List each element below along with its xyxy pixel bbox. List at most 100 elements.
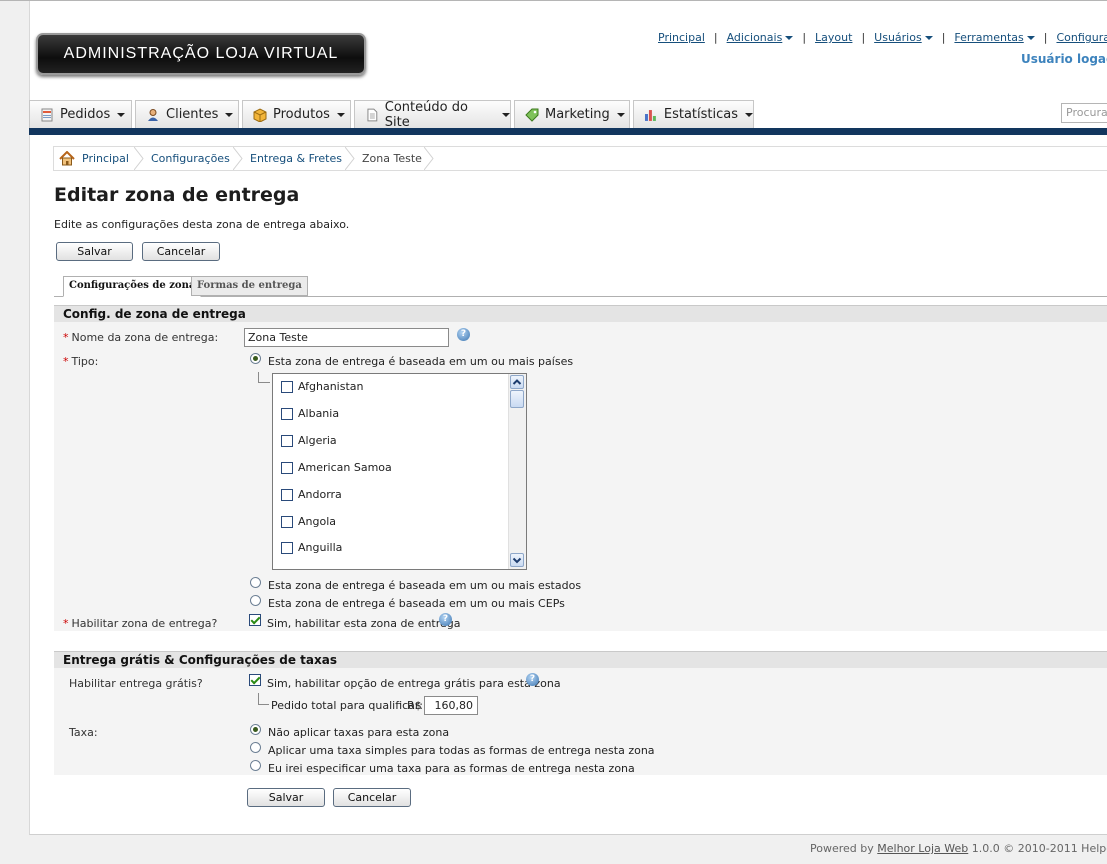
tab-zone-settings[interactable]: Configurações de zona <box>63 276 202 297</box>
type-countries-radio[interactable] <box>250 353 261 364</box>
tax-per-method-radio[interactable] <box>250 760 261 771</box>
help-icon[interactable]: ? <box>526 673 539 686</box>
footer: Powered by Melhor Loja Web 1.0.0 © 2010-… <box>810 842 1107 855</box>
min-order-input[interactable]: 160,80 <box>424 696 478 715</box>
country-item[interactable]: Albania <box>281 407 339 427</box>
nav-estatisticas-label: Estatísticas <box>663 107 738 122</box>
tax-none-radio[interactable] <box>250 724 261 735</box>
dropdown-caret-icon <box>616 112 625 117</box>
breadcrumb-separator-icon <box>134 147 144 170</box>
country-item[interactable]: Algeria <box>281 434 337 454</box>
list-scrollbar[interactable] <box>508 374 526 569</box>
breadcrumb-current: Zona Teste <box>362 152 422 165</box>
top-link-configuracoes[interactable]: Configurações <box>1056 31 1107 44</box>
country-name: Albania <box>298 407 340 420</box>
country-checkbox[interactable] <box>281 542 293 554</box>
nav-bar-strip <box>29 128 1107 135</box>
scroll-down-button[interactable] <box>510 553 524 567</box>
country-checkbox[interactable] <box>281 381 293 393</box>
top-link-adicionais-label: Adicionais <box>726 31 783 44</box>
nav-produtos[interactable]: Produtos <box>242 100 351 128</box>
zone-name-input[interactable]: Zona Teste <box>244 328 449 347</box>
nav-pedidos[interactable]: Pedidos <box>29 100 132 128</box>
scroll-thumb[interactable] <box>510 390 524 408</box>
type-countries-label: Esta zona de entrega é baseada em um ou … <box>268 355 574 368</box>
country-item[interactable]: Angola <box>281 515 336 535</box>
dropdown-caret-icon <box>502 112 510 117</box>
tab-bar: Configurações de zona Formas de entrega <box>54 276 1107 297</box>
footer-brand-link[interactable]: Melhor Loja Web <box>877 842 968 855</box>
dropdown-caret-icon <box>924 36 933 40</box>
country-name: Anguilla <box>298 541 343 554</box>
help-icon[interactable]: ? <box>457 328 470 341</box>
dropdown-caret-icon <box>336 112 345 117</box>
orders-icon <box>41 108 53 121</box>
cancel-button[interactable]: Cancelar <box>142 242 220 261</box>
breadcrumb-configuracoes[interactable]: Configurações <box>151 147 230 170</box>
statistics-chart-icon <box>644 109 656 121</box>
nav-marketing[interactable]: Marketing <box>514 100 630 128</box>
required-asterisk: * <box>63 331 69 344</box>
country-item[interactable]: Afghanistan <box>281 380 363 400</box>
zone-name-label: * Nome da zona de entrega: <box>63 331 218 344</box>
products-box-icon <box>253 107 267 122</box>
tab-shipping-methods[interactable]: Formas de entrega <box>191 276 308 296</box>
help-icon[interactable]: ? <box>439 613 452 626</box>
country-checkbox[interactable] <box>281 408 293 420</box>
nav-conteudo-site-label: Conteúdo do Site <box>384 99 468 130</box>
country-item[interactable]: Anguilla <box>281 541 342 561</box>
cancel-button-bottom[interactable]: Cancelar <box>333 788 411 807</box>
save-button[interactable]: Salvar <box>56 242 133 261</box>
enable-zone-label: * Habilitar zona de entrega? <box>63 617 217 630</box>
top-link-ferramentas-label: Ferramentas <box>954 31 1024 44</box>
customers-icon <box>148 108 158 121</box>
breadcrumb-separator-icon <box>233 147 243 170</box>
top-link-layout[interactable]: Layout <box>815 31 852 44</box>
tax-flat-label: Aplicar uma taxa simples para todas as f… <box>268 744 655 757</box>
type-ceps-radio[interactable] <box>250 595 261 606</box>
breadcrumb: Principal Configurações Entrega & Fretes… <box>53 146 1107 171</box>
country-item[interactable]: Andorra <box>281 488 342 508</box>
free-shipping-text: Sim, habilitar opção de entrega grátis p… <box>267 677 561 690</box>
top-link-usuarios[interactable]: Usuários <box>874 31 933 44</box>
dropdown-caret-icon <box>785 36 794 40</box>
admin-logo[interactable]: ADMINISTRAÇÃO LOJA VIRTUAL <box>36 33 366 75</box>
type-states-radio[interactable] <box>250 577 261 588</box>
enable-zone-text: Sim, habilitar esta zona de entrega <box>267 617 461 630</box>
marketing-tag-icon <box>525 108 539 122</box>
free-shipping-checkbox[interactable] <box>249 674 261 686</box>
nav-estatisticas[interactable]: Estatísticas <box>633 100 754 128</box>
section-header-zone: Config. de zona de entrega <box>54 305 1107 322</box>
free-shipping-panel <box>54 668 1107 775</box>
country-name: Andorra <box>298 488 342 501</box>
enable-zone-checkbox[interactable] <box>249 614 261 626</box>
top-link-principal[interactable]: Principal <box>658 31 705 44</box>
country-checkbox[interactable] <box>281 489 293 501</box>
country-name: American Samoa <box>298 461 392 474</box>
country-list[interactable]: Afghanistan Albania Algeria American Sam… <box>272 373 527 570</box>
breadcrumb-separator-icon <box>424 147 434 170</box>
country-checkbox[interactable] <box>281 462 293 474</box>
search-input[interactable]: Procurar <box>1061 103 1107 123</box>
top-link-usuarios-label: Usuários <box>874 31 922 44</box>
logged-user-text: Usuário logado <box>1021 52 1107 66</box>
country-name: Angola <box>298 515 337 528</box>
country-checkbox[interactable] <box>281 435 293 447</box>
breadcrumb-principal[interactable]: Principal <box>82 147 129 170</box>
chevron-up-icon <box>512 379 522 385</box>
tax-flat-radio[interactable] <box>250 742 261 753</box>
section-header-free-shipping: Entrega grátis & Configurações de taxas <box>54 651 1107 668</box>
separator: | <box>1043 31 1048 44</box>
scroll-up-button[interactable] <box>510 375 524 389</box>
country-checkbox[interactable] <box>281 516 293 528</box>
top-link-ferramentas[interactable]: Ferramentas <box>954 31 1035 44</box>
nav-conteudo-site[interactable]: Conteúdo do Site <box>354 99 511 130</box>
nav-clientes[interactable]: Clientes <box>135 100 239 128</box>
save-button-bottom[interactable]: Salvar <box>247 788 325 807</box>
breadcrumb-entrega-fretes[interactable]: Entrega & Fretes <box>250 147 342 170</box>
top-link-adicionais[interactable]: Adicionais <box>727 31 794 44</box>
type-ceps-label: Esta zona de entrega é baseada em um ou … <box>268 597 565 610</box>
separator: | <box>802 31 807 44</box>
country-item[interactable]: American Samoa <box>281 461 392 481</box>
dropdown-caret-icon <box>117 112 126 117</box>
